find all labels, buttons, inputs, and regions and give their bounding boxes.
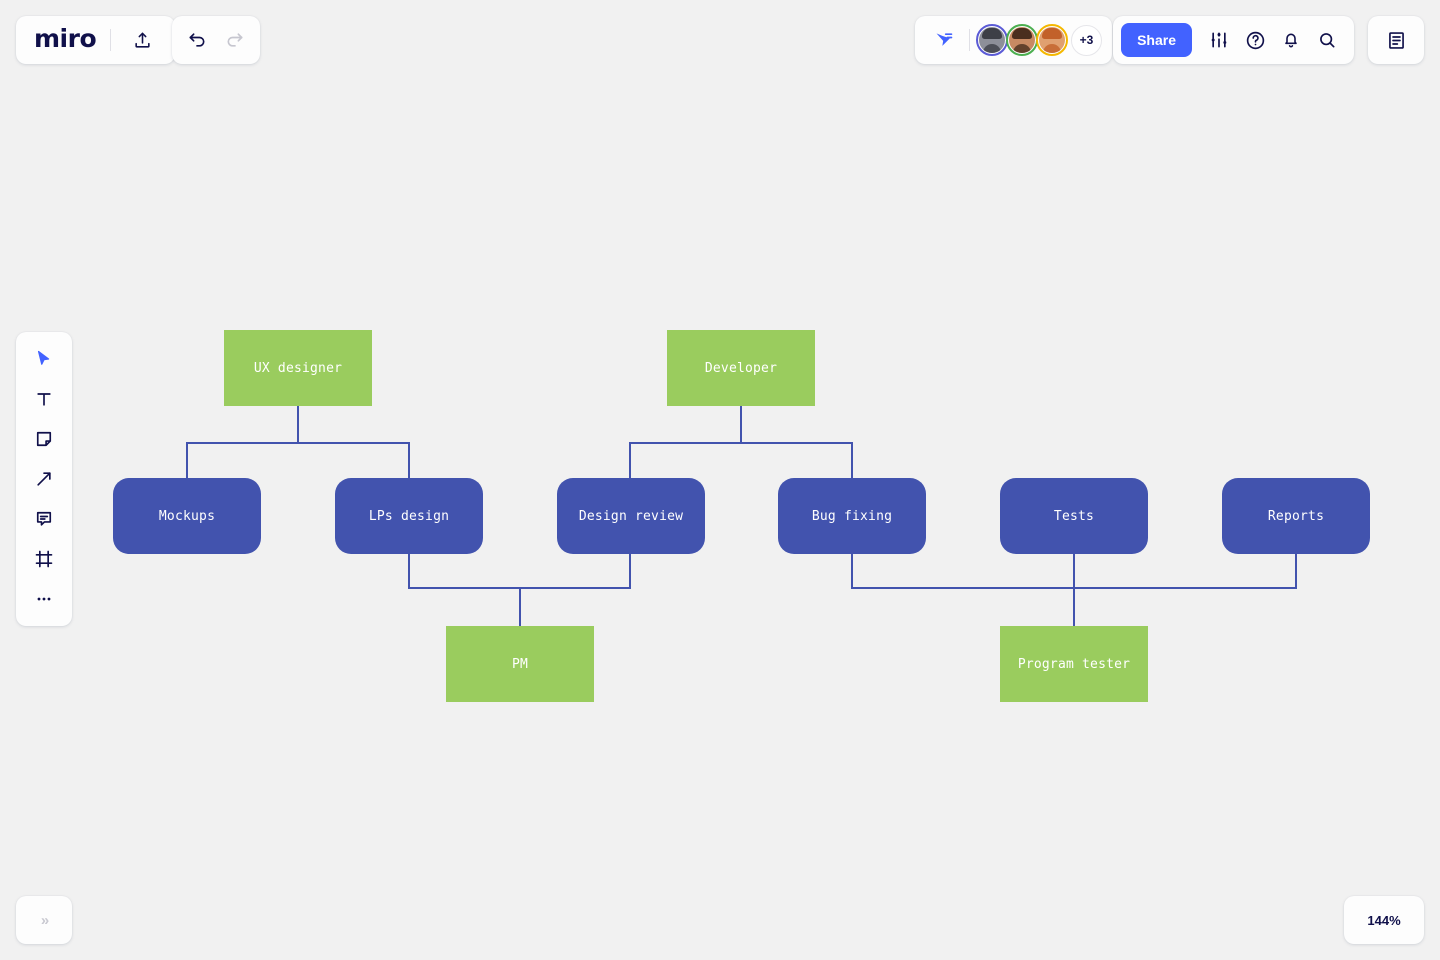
board-canvas[interactable]: UX designer Developer Mockups LPs design Des… bbox=[0, 0, 1440, 960]
notes-bar bbox=[1368, 16, 1424, 64]
connector-ux-designer-to-lps-design bbox=[297, 406, 410, 478]
expand-panel-button[interactable]: » bbox=[16, 896, 72, 944]
divider bbox=[110, 29, 112, 51]
board-node-reports[interactable]: Reports bbox=[1222, 478, 1370, 554]
help-circle-icon[interactable] bbox=[1238, 23, 1272, 57]
cursor-share-icon[interactable] bbox=[927, 23, 961, 57]
board-node-design-review[interactable]: Design review bbox=[557, 478, 705, 554]
tool-sticky-note[interactable] bbox=[24, 422, 64, 456]
connector-reports-to-program-tester bbox=[1073, 554, 1297, 626]
connector-developer-to-design-review bbox=[629, 406, 742, 478]
board-node-mockups[interactable]: Mockups bbox=[113, 478, 261, 554]
tool-text[interactable] bbox=[24, 382, 64, 416]
avatar-1[interactable] bbox=[976, 24, 1008, 56]
history-bar bbox=[172, 16, 260, 64]
tool-more[interactable] bbox=[24, 582, 64, 616]
left-toolbar bbox=[16, 332, 72, 626]
notes-panel-icon[interactable] bbox=[1379, 23, 1413, 57]
upload-icon[interactable] bbox=[125, 23, 159, 57]
board-node-tests[interactable]: Tests bbox=[1000, 478, 1148, 554]
connector-lps-design-to-pm bbox=[408, 554, 521, 626]
tool-select[interactable] bbox=[24, 342, 64, 376]
connector-design-review-to-pm bbox=[519, 554, 631, 626]
miro-logo[interactable]: miro bbox=[34, 26, 97, 54]
share-button[interactable]: Share bbox=[1121, 23, 1192, 57]
bell-icon[interactable] bbox=[1274, 23, 1308, 57]
sliders-icon[interactable] bbox=[1202, 23, 1236, 57]
collaborators-bar: +3 bbox=[915, 16, 1112, 64]
undo-icon[interactable] bbox=[180, 23, 214, 57]
tool-frame[interactable] bbox=[24, 542, 64, 576]
actions-bar: Share bbox=[1113, 16, 1354, 64]
board-node-lps-design[interactable]: LPs design bbox=[335, 478, 483, 554]
board-node-program-tester[interactable]: Program tester bbox=[1000, 626, 1148, 702]
avatar-overflow-badge[interactable]: +3 bbox=[1071, 24, 1102, 56]
avatar-group bbox=[976, 24, 1068, 56]
avatar-image bbox=[979, 27, 1005, 53]
avatar-3[interactable] bbox=[1036, 24, 1068, 56]
zoom-level-badge[interactable]: 144% bbox=[1344, 896, 1424, 944]
avatar-2[interactable] bbox=[1006, 24, 1038, 56]
connector-developer-to-bug-fixing bbox=[740, 406, 853, 478]
tool-comment[interactable] bbox=[24, 502, 64, 536]
search-icon[interactable] bbox=[1310, 23, 1344, 57]
tool-connector[interactable] bbox=[24, 462, 64, 496]
board-node-developer[interactable]: Developer bbox=[667, 330, 815, 406]
divider bbox=[969, 29, 970, 51]
board-node-ux-designer[interactable]: UX designer bbox=[224, 330, 372, 406]
connector-ux-designer-to-mockups bbox=[186, 406, 299, 478]
redo-icon[interactable] bbox=[218, 23, 252, 57]
board-node-bug-fixing[interactable]: Bug fixing bbox=[778, 478, 926, 554]
logo-bar: miro bbox=[16, 16, 176, 64]
connector-bug-fixing-to-program-tester bbox=[851, 554, 1075, 626]
board-node-pm[interactable]: PM bbox=[446, 626, 594, 702]
avatar-image bbox=[1009, 27, 1035, 53]
avatar-image bbox=[1039, 27, 1065, 53]
